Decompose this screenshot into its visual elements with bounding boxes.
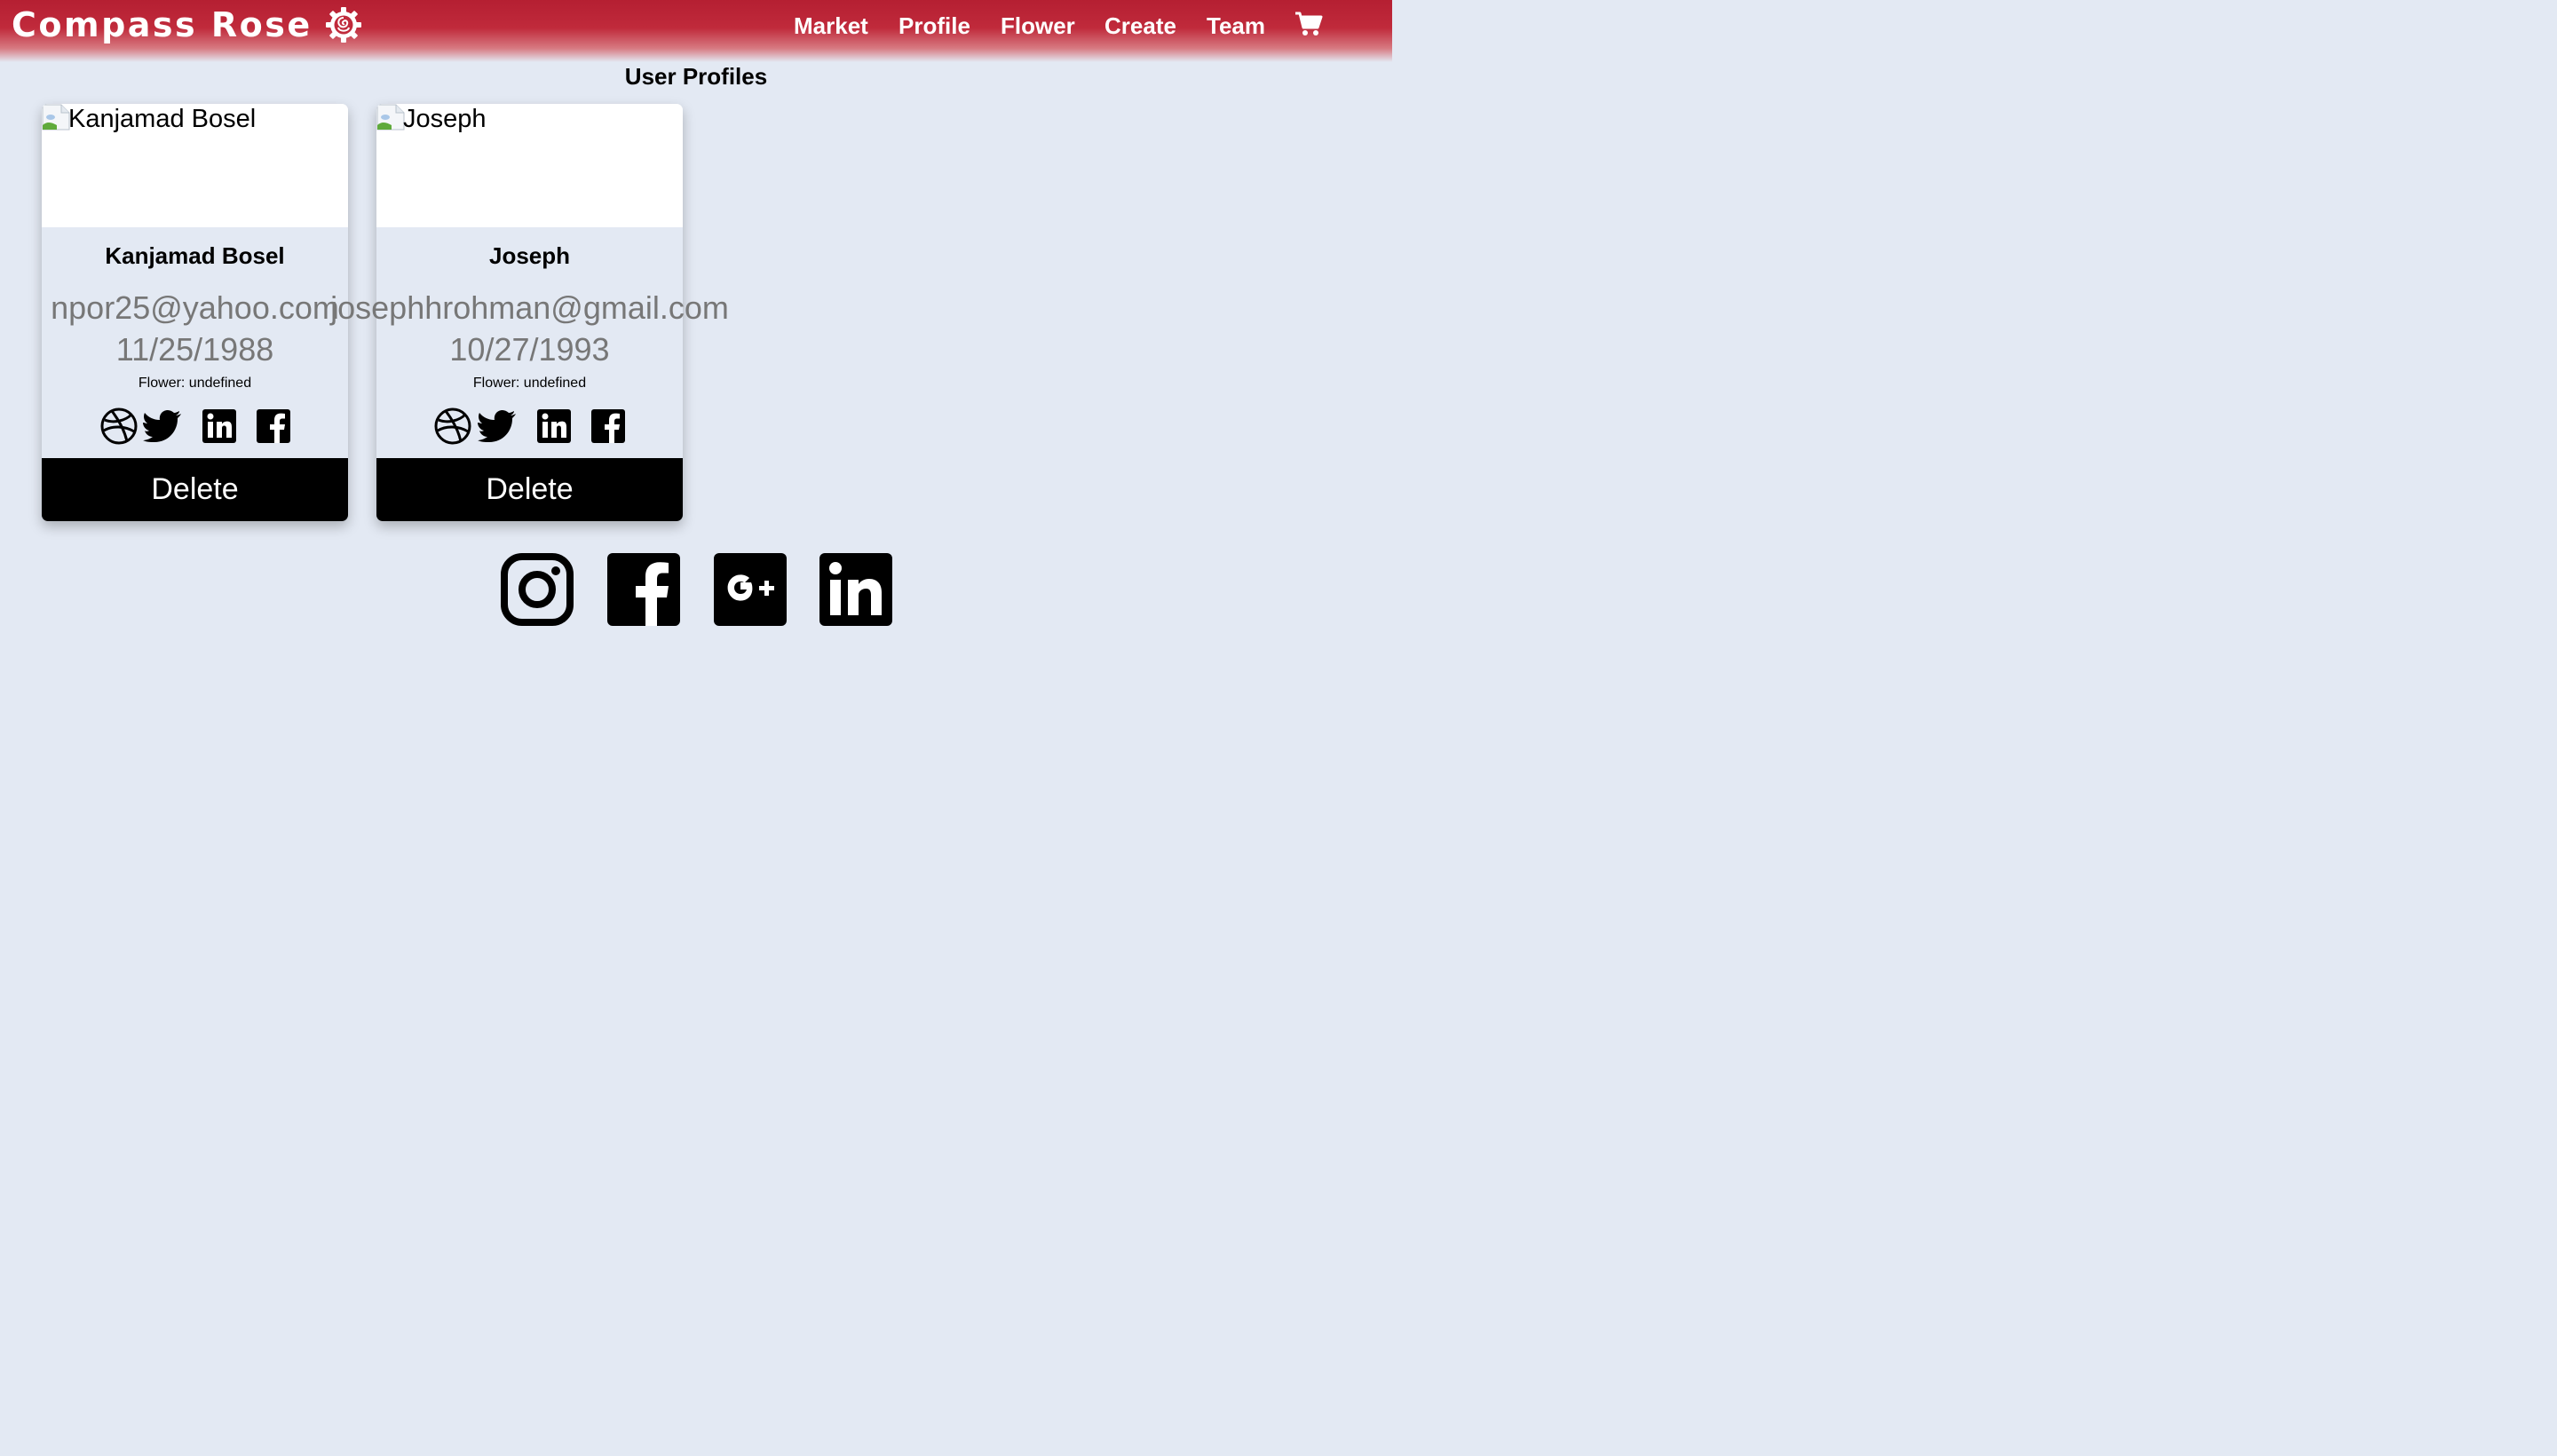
google-plus-icon[interactable] [714,553,787,626]
instagram-icon[interactable] [501,553,574,626]
nav-link-profile[interactable]: Profile [899,9,970,43]
facebook-icon[interactable] [591,409,625,443]
profile-social-links [42,408,348,445]
profile-name: Kanjamad Bosel [105,242,285,269]
profile-card: Kanjamad Bosel Kanjamad Bosel npor25@yah… [42,104,348,521]
profile-flower: Flower: undefined [138,376,252,391]
broken-image-icon [376,104,405,131]
profile-dob: 10/27/1993 [449,331,610,368]
footer-social-links [0,553,1392,626]
dribbble-icon[interactable] [434,408,471,445]
profile-flower: Flower: undefined [472,376,587,391]
profile-email-text: josephhrohman@gmail.com [330,289,729,326]
shopping-cart-icon[interactable] [1294,11,1323,37]
broken-image-icon [42,104,70,131]
profile-image-alt: Kanjamad Bosel [68,105,257,133]
linkedin-icon[interactable] [202,409,236,443]
dribbble-icon[interactable] [100,408,138,445]
profile-email: josephhrohman@gmail.com [330,289,729,327]
page-title: User Profiles [624,63,768,90]
nav-links: Market Profile Flower Create Team [0,9,1392,43]
profile-image-alt: Joseph [403,105,487,133]
twitter-icon[interactable] [143,410,182,442]
nav-link-market[interactable]: Market [794,9,868,43]
nav-link-team[interactable]: Team [1207,9,1265,43]
linkedin-icon[interactable] [819,553,892,626]
profile-email-text: npor25@yahoo.com [51,289,339,326]
linkedin-icon[interactable] [537,409,571,443]
profile-card: Joseph Joseph josephhrohman@gmail.com 10… [330,104,729,521]
delete-button[interactable]: Delete [376,458,683,521]
profile-dob: 11/25/1988 [115,331,274,368]
delete-button[interactable]: Delete [42,458,348,521]
nav-link-flower[interactable]: Flower [1001,9,1075,43]
profile-name: Joseph [488,242,571,269]
profile-social-links [376,408,683,445]
navbar: Compass Rose Market Profile Flower Creat… [0,0,1392,62]
twitter-icon[interactable] [478,410,517,442]
profile-image: Kanjamad Bosel [42,104,348,227]
profile-image: Joseph [376,104,683,227]
profile-email: npor25@yahoo.com [42,289,348,327]
facebook-icon[interactable] [607,553,680,626]
nav-link-create[interactable]: Create [1104,9,1176,43]
facebook-icon[interactable] [257,409,290,443]
